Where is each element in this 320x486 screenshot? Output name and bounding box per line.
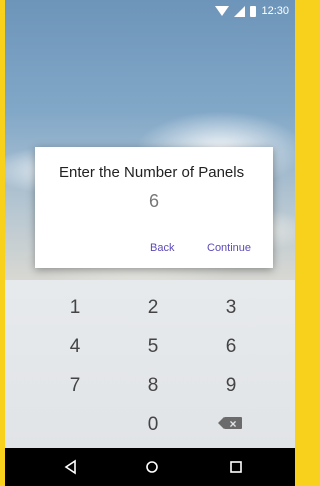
nav-home-button[interactable] xyxy=(144,459,164,475)
backspace-key[interactable] xyxy=(201,405,261,442)
key-5[interactable]: 5 xyxy=(123,329,183,365)
nav-recents-button[interactable] xyxy=(228,459,248,475)
panel-count-input[interactable]: 6 xyxy=(35,191,273,212)
key-0[interactable]: 0 xyxy=(123,407,183,443)
numeric-keypad: 1 2 3 4 5 6 7 8 9 0 xyxy=(5,280,295,448)
home-icon xyxy=(144,461,160,479)
status-time: 12:30 xyxy=(261,5,289,17)
battery-icon xyxy=(250,5,257,17)
status-bar: 12:30 xyxy=(5,0,295,24)
back-button[interactable]: Back xyxy=(150,242,174,254)
key-2[interactable]: 2 xyxy=(123,290,183,326)
key-3[interactable]: 3 xyxy=(201,290,261,326)
recents-icon xyxy=(228,461,244,479)
wifi-icon xyxy=(215,6,230,16)
back-icon xyxy=(63,459,79,479)
phone-screen: 12:30 Enter the Number of Panels 6 Back … xyxy=(5,0,295,486)
navigation-bar xyxy=(5,448,295,486)
nav-back-button[interactable] xyxy=(63,459,83,475)
continue-button[interactable]: Continue xyxy=(207,242,251,254)
key-8[interactable]: 8 xyxy=(123,368,183,404)
key-6[interactable]: 6 xyxy=(201,329,261,365)
key-1[interactable]: 1 xyxy=(45,290,105,326)
backspace-icon xyxy=(218,406,242,442)
key-7[interactable]: 7 xyxy=(45,368,105,404)
key-4[interactable]: 4 xyxy=(45,329,105,365)
signal-icon xyxy=(234,5,246,17)
dialog-title: Enter the Number of Panels xyxy=(59,164,245,181)
panel-count-dialog: Enter the Number of Panels 6 Back Contin… xyxy=(35,147,273,268)
dialog-actions: Back Continue xyxy=(35,242,273,260)
key-9[interactable]: 9 xyxy=(201,368,261,404)
